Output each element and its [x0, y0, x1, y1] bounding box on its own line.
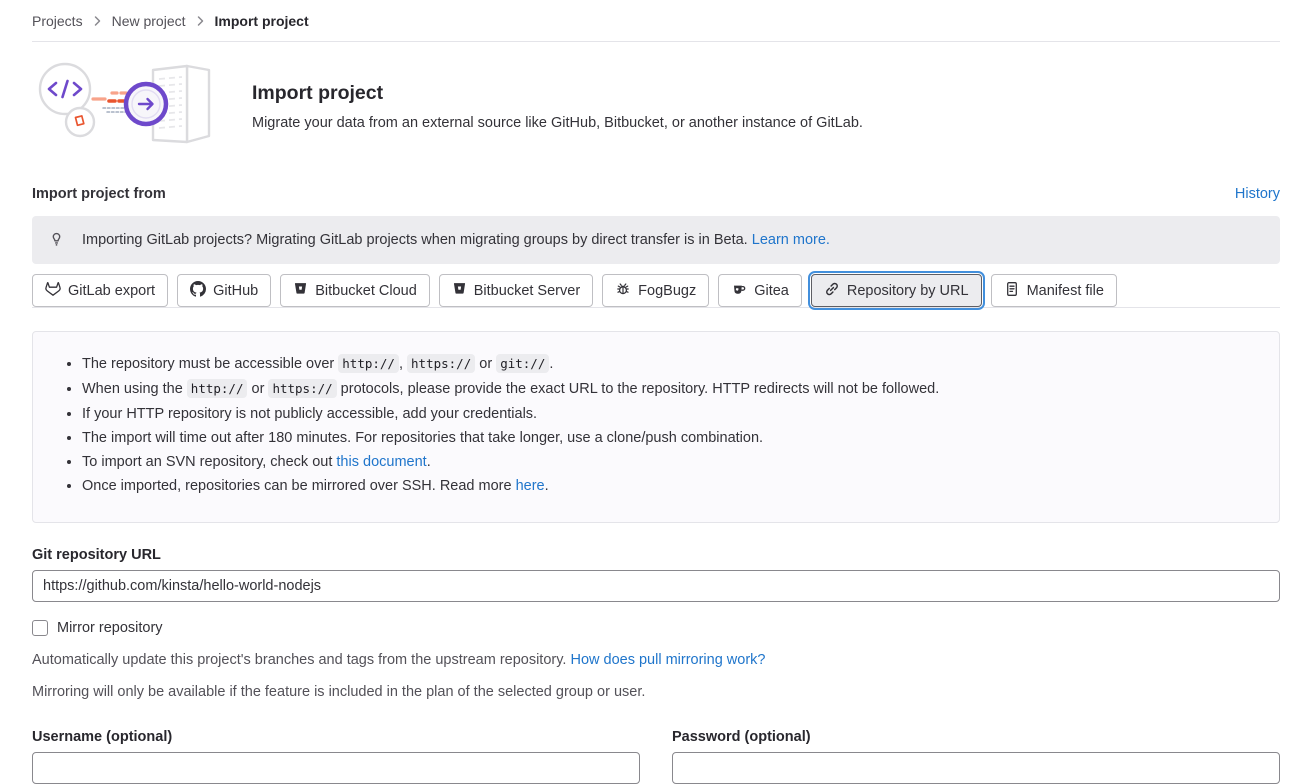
- repository-notes-list: The repository must be accessible over h…: [57, 353, 1255, 498]
- ssh-mirror-here-link[interactable]: here: [516, 478, 545, 494]
- username-label: Username (optional): [32, 729, 640, 745]
- credentials-grid: Username (optional) Password (optional): [32, 704, 1280, 784]
- document-icon: [1004, 281, 1020, 301]
- mirror-repository-row: Mirror repository: [32, 620, 1280, 636]
- import-source-manifest-file-button[interactable]: Manifest file: [991, 274, 1117, 307]
- page-title: Import project: [252, 82, 863, 105]
- bitbucket-icon: [293, 281, 308, 300]
- breadcrumb: Projects New project Import project: [32, 0, 1280, 41]
- beta-banner: Importing GitLab projects? Migrating Git…: [32, 216, 1280, 264]
- github-icon: [190, 281, 206, 301]
- username-field-group: Username (optional): [32, 704, 640, 784]
- import-source-buttons: GitLab export GitHub Bitbucket Cloud: [32, 274, 1280, 307]
- code-span: https://: [268, 379, 336, 398]
- note-item: When using the http:// or https:// proto…: [82, 378, 1255, 400]
- import-source-github-button[interactable]: GitHub: [177, 274, 271, 307]
- password-field-group: Password (optional): [672, 704, 1280, 784]
- history-link[interactable]: History: [1235, 186, 1280, 202]
- mirror-repository-checkbox[interactable]: [32, 620, 48, 636]
- svn-document-link[interactable]: this document: [336, 454, 426, 470]
- note-item: To import an SVN repository, check out t…: [82, 452, 1255, 473]
- repository-notes-box: The repository must be accessible over h…: [32, 331, 1280, 523]
- code-span: http://: [338, 354, 399, 373]
- import-from-label: Import project from: [32, 186, 166, 202]
- pull-mirroring-link[interactable]: How does pull mirroring work?: [570, 652, 765, 668]
- breadcrumb-new-project[interactable]: New project: [112, 13, 186, 29]
- import-source-gitlab-export-button[interactable]: GitLab export: [32, 274, 168, 307]
- page-header: Import project Migrate your data from an…: [32, 42, 1280, 176]
- section-divider: [32, 307, 1280, 308]
- code-span: https://: [407, 354, 475, 373]
- bitbucket-icon: [452, 281, 467, 300]
- git-repo-url-label: Git repository URL: [32, 547, 1280, 563]
- password-label: Password (optional): [672, 729, 1280, 745]
- breadcrumb-projects[interactable]: Projects: [32, 13, 83, 29]
- import-project-page: Projects New project Import project: [0, 0, 1312, 784]
- breadcrumb-import-project: Import project: [215, 13, 309, 29]
- chevron-right-icon: [196, 15, 205, 27]
- bug-icon: [615, 281, 631, 301]
- username-input[interactable]: [32, 752, 640, 784]
- note-item: Once imported, repositories can be mirro…: [82, 476, 1255, 497]
- mirror-repository-label[interactable]: Mirror repository: [57, 620, 163, 636]
- import-source-repo-by-url-button[interactable]: Repository by URL: [811, 274, 982, 307]
- note-item: The repository must be accessible over h…: [82, 353, 1255, 375]
- code-span: git://: [496, 354, 549, 373]
- page-description: Migrate your data from an external sourc…: [252, 115, 863, 131]
- beta-banner-text: Importing GitLab projects? Migrating Git…: [82, 232, 830, 248]
- import-source-fogbugz-button[interactable]: FogBugz: [602, 274, 709, 307]
- import-source-gitea-button[interactable]: Gitea: [718, 274, 802, 307]
- tanuki-icon: [45, 281, 61, 301]
- gitea-icon: [731, 281, 747, 301]
- code-span: http://: [187, 379, 248, 398]
- import-source-bitbucket-server-button[interactable]: Bitbucket Server: [439, 274, 593, 307]
- import-from-row: Import project from History: [32, 186, 1280, 202]
- import-source-bitbucket-cloud-button[interactable]: Bitbucket Cloud: [280, 274, 430, 307]
- note-item: The import will time out after 180 minut…: [82, 428, 1255, 449]
- mirror-plan-note: Mirroring will only be available if the …: [32, 684, 1280, 700]
- note-item: If your HTTP repository is not publicly …: [82, 404, 1255, 425]
- lightbulb-icon: [48, 230, 65, 251]
- link-icon: [824, 281, 840, 301]
- git-repo-url-input[interactable]: [32, 570, 1280, 602]
- learn-more-link[interactable]: Learn more.: [752, 232, 830, 248]
- mirror-help-text: Automatically update this project's bran…: [32, 652, 1280, 668]
- import-illustration: [32, 58, 222, 154]
- chevron-right-icon: [93, 15, 102, 27]
- password-input[interactable]: [672, 752, 1280, 784]
